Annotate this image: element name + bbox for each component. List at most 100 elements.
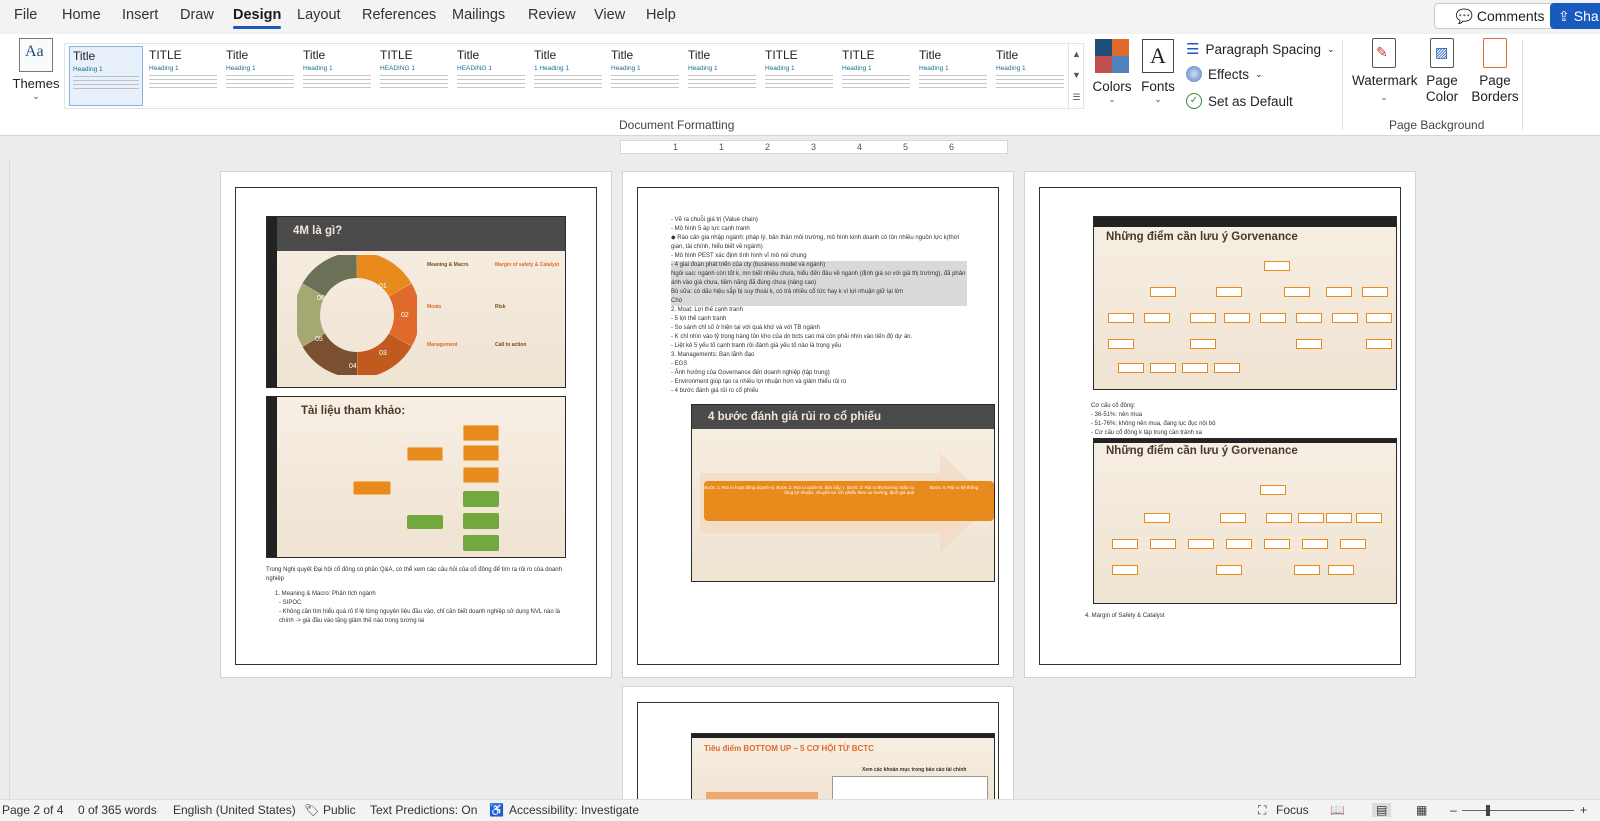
more-icon[interactable]: ☰ [1072,92,1080,103]
style-set-thumbnail[interactable]: TITLE Heading 1 [762,46,836,106]
list-item[interactable]: 1. Meaning & Macro: Phân tích ngành [275,590,565,599]
segment-label: 06 [317,295,325,302]
style-set-thumbnail[interactable]: Title Heading 1 [916,46,990,106]
org-node [1150,287,1176,297]
document-page-2[interactable]: - Vẽ ra chuỗi giá trị (Value chain) - Mô … [622,171,1014,678]
chevron-down-icon: ⌄ [1154,94,1162,104]
colors-button[interactable]: Colors ⌄ [1090,39,1134,105]
paragraph-shareholders[interactable]: Cơ cấu cổ đông: [1091,402,1135,411]
paragraph-spacing-button[interactable]: ☰ Paragraph Spacing ⌄ [1186,40,1335,58]
list-item[interactable]: - SIPOC [279,599,565,608]
menu-design[interactable]: Design [233,7,282,29]
slide-label: Risk [495,304,506,310]
style-set-thumbnail[interactable]: Title 1 Heading 1 [531,46,605,106]
menu-insert[interactable]: Insert [122,7,158,23]
style-set-thumbnail[interactable]: Title Heading 1 [608,46,682,106]
page-indicator[interactable]: Page 2 of 4 [2,803,63,817]
document-line[interactable]: - 4 bước đánh giá rủi ro cổ phiếu [671,387,967,396]
document-line[interactable]: Chó [671,297,967,306]
chevron-down-icon[interactable]: ▼ [1072,70,1081,80]
document-line[interactable]: - K chỉ nhìn vào tỷ trọng hàng tồn kho c… [671,333,967,342]
comments-button[interactable]: 💬 Comments [1434,3,1566,29]
list-item[interactable]: - Không cần tìm hiểu quá rõ tỉ lệ từng n… [279,608,565,626]
style-set-thumbnail[interactable]: TITLE Heading 1 [146,46,220,106]
document-line[interactable]: - So sánh chỉ số ở hiện tại với quá khứ … [671,324,967,333]
gallery-scroll[interactable]: ▲ ▼ ☰ [1068,43,1084,109]
style-set-thumbnail[interactable]: Title Heading 1 [223,46,297,106]
web-layout-icon[interactable]: ▦ [1416,803,1427,817]
list-item[interactable]: - Cơ cấu cổ đông k tập trung cần tránh x… [1091,429,1202,438]
horizontal-ruler[interactable]: 1 1 2 3 4 5 6 [620,140,1008,154]
list-item[interactable]: - 36-51%: nên mua [1091,411,1142,420]
page-borders-button[interactable]: Page Borders [1470,38,1520,105]
document-line[interactable]: - Mô hình 5 áp lực cạnh tranh [671,225,967,234]
sensitivity-label[interactable]: Public [323,803,356,817]
style-set-thumbnail[interactable]: Title HEADING 1 [454,46,528,106]
print-layout-icon[interactable]: ▤ [1372,803,1392,817]
style-heading-text: Heading 1 [73,66,103,73]
document-line[interactable]: - Ảnh hưởng của Governance đến doanh ngh… [671,369,967,378]
themes-button[interactable]: Aa Themes ⌄ [12,38,60,104]
style-set-thumbnail[interactable]: TITLE Heading 1 [839,46,913,106]
share-button[interactable]: ⇪ Sha [1550,3,1600,29]
paragraph-intro[interactable]: Trong Nghị quyết Đại hội cổ đông có phần… [266,566,566,584]
document-line[interactable]: Ngôi sao: ngành còn tốt k, mn biết nhiều… [671,270,967,288]
document-line[interactable]: - 5 lợi thế cạnh tranh [671,315,967,324]
watermark-icon: ✎ [1372,38,1396,68]
zoom-slider[interactable] [1462,810,1574,811]
document-line[interactable]: - 4 giai đoạn phát triển của cty (busine… [671,261,967,270]
document-line[interactable]: - Environment giúp tạo ra nhiều lợi nhuậ… [671,378,967,387]
document-page-3[interactable]: Những điểm cần lưu ý Gorvenance Cơ cấu c… [1024,171,1416,678]
style-set-gallery: Title Heading 1 TITLE Heading 1 Title Heading… [64,43,1084,109]
menu-draw[interactable]: Draw [180,7,214,23]
list-item[interactable]: 4. Margin of Safety & Catalyst [1085,612,1164,621]
style-set-thumbnail[interactable]: Title Heading 1 [993,46,1067,106]
style-set-thumbnail[interactable]: TITLE HEADING 1 [377,46,451,106]
style-set-thumbnail[interactable]: Title Heading 1 [300,46,374,106]
menu-references[interactable]: References [362,7,436,23]
step-box: Bước 1: Rủi ro hoạt động doanh nghiệp [704,481,784,521]
effects-button[interactable]: Effects ⌄ [1186,66,1263,82]
style-set-thumbnail[interactable]: Title Heading 1 [69,46,143,106]
document-line[interactable]: - Vẽ ra chuỗi giá trị (Value chain) [671,216,967,225]
document-page-1[interactable]: 4M là gì? 01 02 03 04 05 06 Meaning & Ma… [220,171,612,678]
page-color-button[interactable]: ▨ Page Color [1418,38,1466,105]
vertical-ruler[interactable] [0,160,10,800]
accessibility-status[interactable]: Accessibility: Investigate [509,803,639,817]
design-ribbon: Aa Themes ⌄ Title Heading 1 TITLE Heading 1… [0,34,1600,136]
focus-button[interactable]: Focus [1276,803,1309,817]
document-line[interactable]: 2. Moat: Lợi thế cạnh tranh [671,306,967,315]
chevron-down-icon: ⌄ [1380,92,1388,102]
style-set-thumbnail[interactable]: Title Heading 1 [685,46,759,106]
menu-help[interactable]: Help [646,7,676,23]
document-page-4[interactable]: Tiêu điểm BOTTOM UP – 5 CƠ HỘI TỪ BCTC X… [622,686,1014,812]
slide-dark-band [267,217,277,387]
menu-mailings[interactable]: Mailings [452,7,505,23]
zoom-slider-thumb[interactable] [1486,805,1490,816]
fonts-button[interactable]: A Fonts ⌄ [1140,39,1176,105]
menu-layout[interactable]: Layout [297,7,341,23]
menu-review[interactable]: Review [528,7,576,23]
text-predictions[interactable]: Text Predictions: On [370,803,477,817]
document-line[interactable]: Bò sữa: có dấu hiệu sắp bị suy thoái k, … [671,288,967,297]
document-line[interactable]: - Liệt kê 5 yếu tố cạnh tranh rồi đánh g… [671,342,967,351]
style-title-text: Title [534,48,557,62]
document-line[interactable]: - EGS [671,360,967,369]
menu-home[interactable]: Home [62,7,101,23]
document-line[interactable]: 3. Managements: Ban lãnh đạo [671,351,967,360]
zoom-in-button[interactable]: + [1580,803,1587,817]
watermark-button[interactable]: ✎ Watermark ⌄ [1352,38,1418,105]
page-color-label-2: Color [1425,89,1459,104]
language[interactable]: English (United States) [173,803,296,817]
style-body-preview [457,75,525,89]
menu-file[interactable]: File [14,7,37,23]
read-mode-icon[interactable]: 📖 [1330,803,1345,817]
word-count[interactable]: 0 of 365 words [78,803,157,817]
list-item[interactable]: - 51-76%: không nên mua, đang lục đục nộ… [1091,420,1215,429]
chevron-up-icon[interactable]: ▲ [1072,49,1081,59]
document-line[interactable]: ◆ Rào cản gia nhập ngành: pháp lý, bản t… [671,234,967,252]
zoom-out-button[interactable]: – [1450,803,1457,817]
document-line[interactable]: - Mô hình PEST xác định tình hình vĩ mô … [671,252,967,261]
menu-view[interactable]: View [594,7,625,23]
set-as-default-button[interactable]: ✓ Set as Default [1186,93,1293,109]
